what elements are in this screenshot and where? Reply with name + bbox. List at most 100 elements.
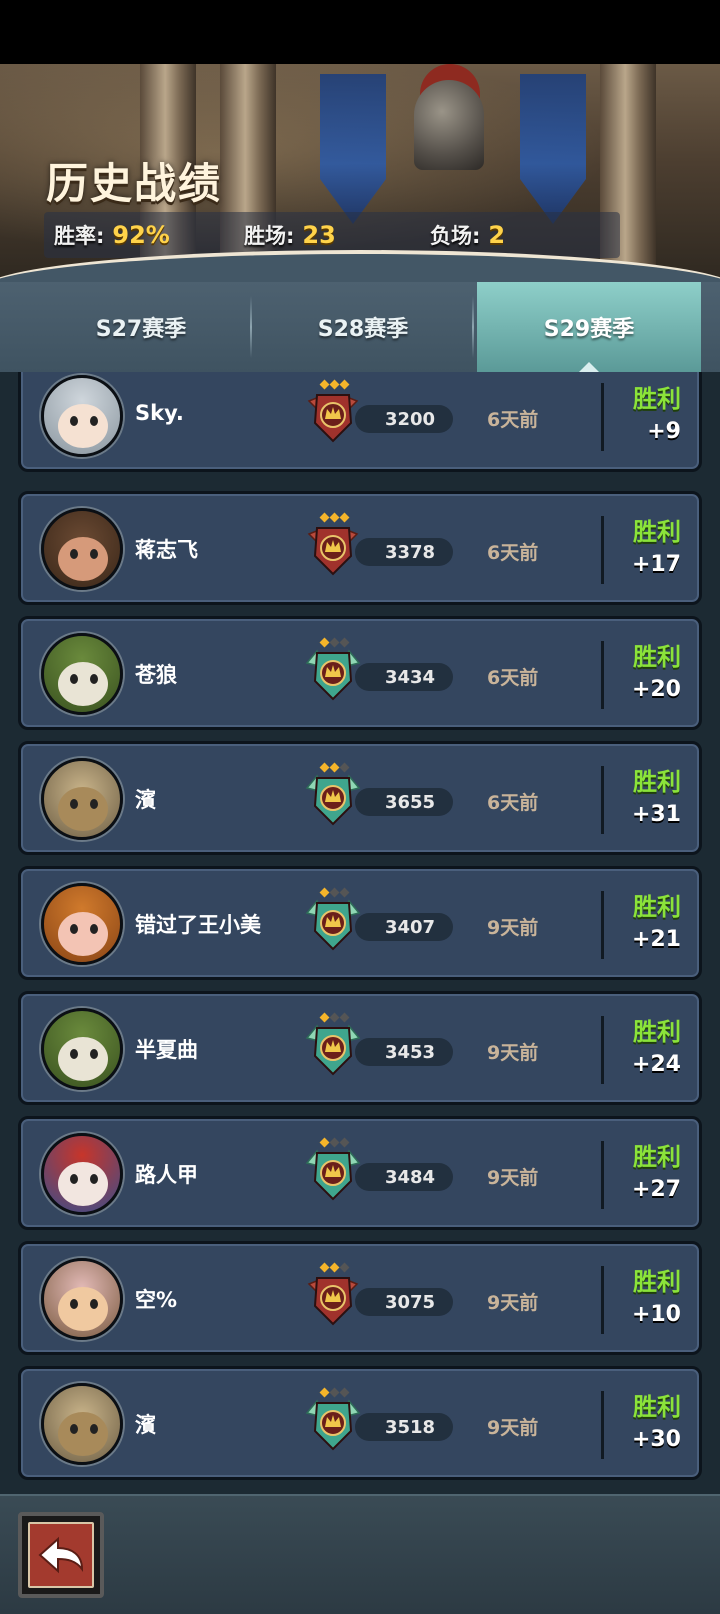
player-name: 空%: [135, 1288, 178, 1312]
rank-score: 3407: [355, 913, 453, 941]
score-delta: +20: [631, 677, 681, 702]
match-result: 胜利: [633, 1143, 681, 1171]
match-time: 6天前: [487, 409, 539, 431]
player-avatar[interactable]: [41, 375, 123, 457]
match-row[interactable]: 路人甲 3484 9天前 胜利 +27: [18, 1116, 702, 1230]
avatar-eye: [70, 674, 78, 684]
back-button[interactable]: [18, 1512, 104, 1598]
shield-decoration: [320, 74, 386, 224]
avatar-eye: [90, 416, 98, 426]
match-time: 9天前: [487, 1167, 539, 1189]
avatar-face: [58, 1287, 108, 1331]
avatar-face: [58, 1037, 108, 1081]
score-delta: +17: [631, 552, 681, 577]
match-row[interactable]: Sky. 3200 6天前 胜利 +9: [18, 372, 702, 472]
row-divider: [601, 383, 604, 451]
avatar-eye: [90, 1174, 98, 1184]
score-delta: +10: [631, 1302, 681, 1327]
footer-bar: [0, 1494, 720, 1614]
avatar-face: [58, 537, 108, 581]
losses-stat: 负场: 2: [430, 220, 505, 250]
match-result: 胜利: [633, 1018, 681, 1046]
row-divider: [601, 1016, 604, 1084]
avatar-eye: [70, 416, 78, 426]
avatar-eye: [90, 1299, 98, 1309]
avatar-eye: [90, 549, 98, 559]
match-time: 9天前: [487, 1042, 539, 1064]
row-divider: [601, 516, 604, 584]
match-time: 9天前: [487, 1292, 539, 1314]
avatar-eye: [70, 549, 78, 559]
match-row[interactable]: 濱 3518 9天前 胜利 +30: [18, 1366, 702, 1480]
avatar-eye: [90, 1424, 98, 1434]
win-rate-stat: 胜率: 92%: [54, 220, 170, 250]
match-result: 胜利: [633, 1393, 681, 1421]
match-time: 6天前: [487, 792, 539, 814]
player-avatar[interactable]: [41, 1008, 123, 1090]
match-time: 9天前: [487, 917, 539, 939]
match-row[interactable]: 蒋志飞 3378 6天前 胜利 +17: [18, 491, 702, 605]
win-rate-value: 92%: [112, 221, 170, 249]
score-delta: +31: [631, 802, 681, 827]
player-avatar[interactable]: [41, 1133, 123, 1215]
match-row[interactable]: 错过了王小美 3407 9天前 胜利 +21: [18, 866, 702, 980]
wins-label: 胜场:: [244, 224, 295, 248]
losses-value: 2: [488, 221, 506, 249]
avatar-face: [58, 787, 108, 831]
win-rate-label: 胜率:: [54, 224, 105, 248]
wins-stat: 胜场: 23: [244, 220, 336, 250]
avatar-eye: [70, 924, 78, 934]
losses-label: 负场:: [430, 224, 481, 248]
avatar-eye: [70, 1174, 78, 1184]
player-name: 苍狼: [135, 663, 177, 687]
tab-s27[interactable]: S27赛季: [30, 282, 252, 372]
match-time: 9天前: [487, 1417, 539, 1439]
match-row[interactable]: 苍狼 3434 6天前 胜利 +20: [18, 616, 702, 730]
avatar-face: [58, 912, 108, 956]
rank-score: 3484: [355, 1163, 453, 1191]
player-name: 错过了王小美: [135, 913, 261, 937]
rank-score: 3453: [355, 1038, 453, 1066]
avatar-face: [58, 404, 108, 448]
match-row[interactable]: 空% 3075 9天前 胜利 +10: [18, 1241, 702, 1355]
player-avatar[interactable]: [41, 633, 123, 715]
match-row[interactable]: 半夏曲 3453 9天前 胜利 +24: [18, 991, 702, 1105]
match-result: 胜利: [633, 518, 681, 546]
rank-score: 3518: [355, 1413, 453, 1441]
player-avatar[interactable]: [41, 758, 123, 840]
avatar-eye: [90, 1049, 98, 1059]
match-result: 胜利: [633, 768, 681, 796]
match-history-list[interactable]: Sky. 3200 6天前 胜利 +9 蒋志飞 3378 6天前 胜利 +17 …: [0, 372, 720, 1494]
wins-value: 23: [302, 221, 336, 249]
match-result: 胜利: [633, 643, 681, 671]
rank-score: 3434: [355, 663, 453, 691]
match-row[interactable]: 濱 3655 6天前 胜利 +31: [18, 741, 702, 855]
score-delta: +30: [631, 1427, 681, 1452]
tab-s28[interactable]: S28赛季: [252, 282, 474, 372]
status-bar: [0, 0, 720, 64]
rank-score: 3200: [355, 405, 453, 433]
score-delta: +9: [647, 419, 681, 444]
player-name: 蒋志飞: [135, 538, 198, 562]
avatar-eye: [90, 799, 98, 809]
tab-s29[interactable]: S29赛季: [477, 282, 701, 372]
row-divider: [601, 1141, 604, 1209]
shield-decoration: [520, 74, 586, 224]
score-delta: +21: [631, 927, 681, 952]
row-divider: [601, 641, 604, 709]
helmet-decoration: [414, 80, 484, 170]
player-avatar[interactable]: [41, 508, 123, 590]
back-arrow-icon: [28, 1522, 94, 1588]
score-delta: +24: [631, 1052, 681, 1077]
player-avatar[interactable]: [41, 883, 123, 965]
match-result: 胜利: [633, 1268, 681, 1296]
player-avatar[interactable]: [41, 1258, 123, 1340]
match-time: 6天前: [487, 667, 539, 689]
season-tabs: S27赛季 S28赛季 S29赛季: [0, 282, 720, 372]
avatar-face: [58, 1412, 108, 1456]
player-avatar[interactable]: [41, 1383, 123, 1465]
rank-score: 3075: [355, 1288, 453, 1316]
row-divider: [601, 1266, 604, 1334]
rank-score: 3378: [355, 538, 453, 566]
player-name: Sky.: [135, 401, 184, 425]
